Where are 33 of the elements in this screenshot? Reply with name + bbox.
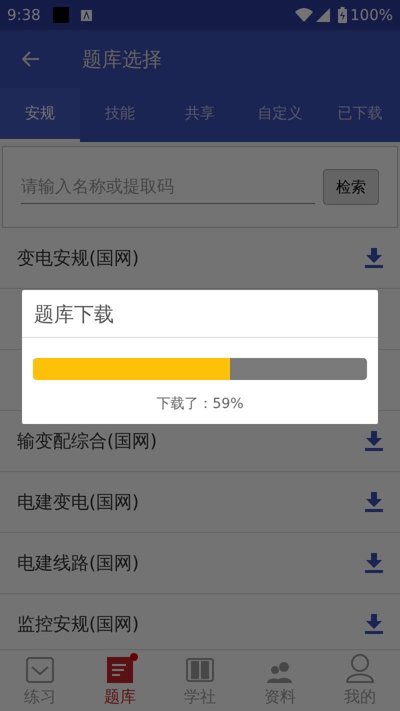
keyboard-icon xyxy=(80,10,92,20)
back-arrow-icon[interactable] xyxy=(22,51,40,67)
user-icon xyxy=(345,653,375,683)
tab[interactable]: 自定义 xyxy=(240,88,320,142)
nav-tab[interactable]: 题库 xyxy=(80,650,160,711)
download-icon[interactable] xyxy=(365,492,383,512)
status-time: 9:38 xyxy=(7,4,41,26)
tab[interactable]: 共享 xyxy=(160,88,240,142)
book-icon xyxy=(186,657,214,683)
envelope-check-icon xyxy=(26,655,54,683)
page-title: 题库选择 xyxy=(82,46,162,73)
signal-icon xyxy=(316,8,330,22)
battery-icon xyxy=(338,7,348,23)
download-icon[interactable] xyxy=(365,614,383,634)
notification-icon xyxy=(52,7,69,23)
tab[interactable]: 已下载 xyxy=(320,88,400,142)
people-icon xyxy=(266,661,294,683)
question-bank-name[interactable]: 监控安规(国网) xyxy=(17,610,365,638)
search-button[interactable]: 检索 xyxy=(323,169,379,205)
download-status: 下载了：59% xyxy=(156,395,244,414)
battery-percent: 100% xyxy=(350,4,393,26)
question-bank-name[interactable]: 电建变电(国网) xyxy=(17,488,365,516)
download-icon[interactable] xyxy=(365,553,383,573)
tab[interactable]: 安规 xyxy=(0,88,80,142)
tab[interactable]: 技能 xyxy=(80,88,160,142)
document-icon xyxy=(107,657,133,683)
question-bank-name[interactable]: 变电安规(国网) xyxy=(17,244,365,272)
question-bank-name[interactable]: 电建线路(国网) xyxy=(17,550,365,576)
download-icon[interactable] xyxy=(365,431,383,451)
wifi-icon xyxy=(295,8,314,22)
dialog-title: 题库下载 xyxy=(22,290,378,338)
download-icon[interactable] xyxy=(365,248,383,268)
question-bank-name[interactable]: 输变配综合(国网) xyxy=(17,428,365,454)
